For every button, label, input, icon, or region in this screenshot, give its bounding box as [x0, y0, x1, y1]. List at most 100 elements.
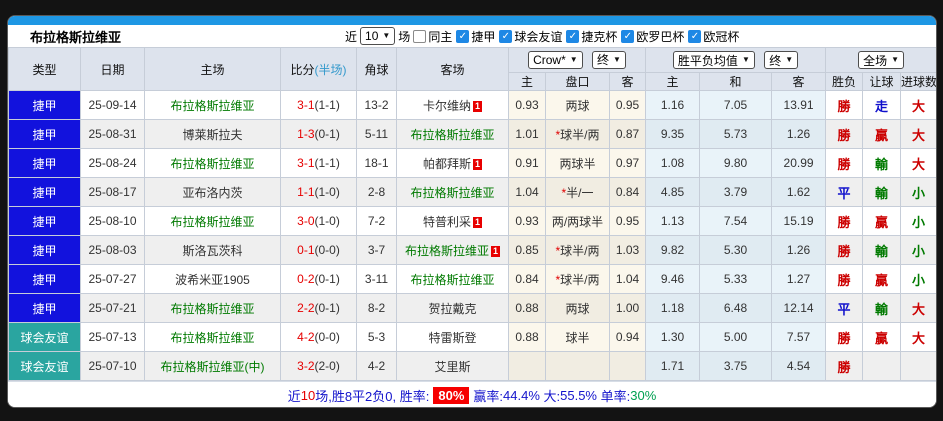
halftime-score: (1-1) [315, 98, 340, 112]
goals-result-value: 小 [912, 244, 925, 259]
home-team-name: 布拉格斯拉维亚 [170, 331, 254, 345]
home-team-name: 布拉格斯拉维亚 [170, 99, 254, 113]
cell-handicap: 走 [863, 91, 901, 120]
home-team-name: 布拉格斯拉维亚 [170, 302, 254, 316]
asia-odds-state-select[interactable]: 终 ▼ [592, 51, 626, 69]
asia-away-odds: 0.95 [616, 214, 639, 228]
handicap-result-value: 贏 [875, 128, 888, 143]
goals-result-value: 小 [912, 215, 925, 230]
cell-handicap: 輸 [863, 178, 901, 207]
handicap-result-value: 輸 [875, 186, 888, 201]
asia-line: 球半 [565, 331, 589, 345]
cell-goals: 小 [901, 207, 936, 236]
cell-asia-home-odds: 0.85 [509, 236, 546, 265]
match-count-select[interactable]: 10 ▼ [360, 27, 395, 45]
fulltime-score: 0-1 [297, 243, 314, 257]
result-value: 勝 [838, 99, 851, 114]
col-header-date: 日期 [81, 48, 145, 91]
filter-league-2[interactable]: ✓球会友谊 [499, 28, 562, 45]
filter-same-host[interactable]: 同主 [413, 28, 452, 45]
asia-home-odds: 0.85 [515, 243, 538, 257]
cell-eu-draw-odds: 5.33 [700, 265, 772, 294]
cell-score: 0-2(0-1) [281, 265, 357, 294]
fulltime-score: 3-0 [297, 214, 314, 228]
cell-corners: 8-2 [357, 294, 397, 323]
checkbox-checked-icon[interactable]: ✓ [456, 30, 469, 43]
eu-draw-odds: 7.54 [724, 214, 747, 228]
cell-home-team: 布拉格斯拉维亚 [145, 323, 281, 352]
cell-asia-line [546, 352, 610, 381]
match-date: 25-08-24 [88, 156, 136, 170]
europe-odds-type-select[interactable]: 胜平负均值 ▼ [673, 51, 755, 69]
cell-league-badge: 捷甲 [9, 207, 81, 236]
europe-odds-state-select[interactable]: 终 ▼ [764, 51, 798, 69]
cell-score: 3-1(1-1) [281, 91, 357, 120]
checkbox-checked-icon[interactable]: ✓ [566, 30, 579, 43]
filter-league-5[interactable]: ✓欧冠杯 [688, 28, 739, 45]
league-name: 球会友谊 [20, 360, 68, 374]
cell-home-team: 布拉格斯拉维亚(中) [145, 352, 281, 381]
cell-eu-home-odds: 9.46 [646, 265, 700, 294]
cell-league-badge: 捷甲 [9, 294, 81, 323]
away-team-name: 艾里斯 [434, 360, 470, 374]
footer-stat-text: 55.5% [560, 388, 597, 403]
away-team-name: 布拉格斯拉维亚 [405, 244, 489, 258]
cell-eu-away-odds: 13.91 [772, 91, 826, 120]
cell-league-badge: 捷甲 [9, 236, 81, 265]
cell-result: 平 [826, 294, 863, 323]
cell-asia-home-odds: 0.88 [509, 294, 546, 323]
chevron-down-icon: ▼ [613, 56, 621, 64]
eu-away-odds: 1.62 [787, 185, 810, 199]
cell-league-badge: 球会友谊 [9, 323, 81, 352]
filter-league-1[interactable]: ✓捷甲 [456, 28, 495, 45]
cell-away-team: 布拉格斯拉维亚 [397, 120, 509, 149]
asia-line: 两球 [565, 99, 589, 113]
footer-stat-text: 大: [540, 386, 560, 405]
scope-select[interactable]: 全场 ▼ [858, 51, 904, 69]
near-label: 近 [345, 28, 357, 45]
cell-asia-home-odds: 0.91 [509, 149, 546, 178]
filter-label: 捷克杯 [581, 28, 617, 45]
cell-handicap: 輸 [863, 294, 901, 323]
result-value: 勝 [838, 244, 851, 259]
match-date: 25-07-21 [88, 301, 136, 315]
asia-away-odds: 0.97 [616, 156, 639, 170]
odds-company-value: Crow* [533, 53, 566, 67]
halftime-score: (1-0) [315, 214, 340, 228]
cell-score: 0-1(0-0) [281, 236, 357, 265]
table-row: 捷甲25-08-17亚布洛内茨1-1(1-0)2-8布拉格斯拉维亚1.04*半/… [9, 178, 937, 207]
stats-window: 布拉格斯拉维亚 近 10 ▼ 场 同主✓捷甲✓球会友谊✓捷克杯✓欧罗巴杯✓欧冠杯… [8, 16, 936, 407]
cell-goals: 大 [901, 120, 936, 149]
cell-result: 勝 [826, 265, 863, 294]
home-team-name: 斯洛瓦茨科 [182, 244, 242, 258]
cell-eu-away-odds: 1.62 [772, 178, 826, 207]
checkbox-checked-icon[interactable]: ✓ [688, 30, 701, 43]
asia-line: 球半/两 [560, 128, 599, 142]
cell-asia-line: 两球 [546, 91, 610, 120]
checkbox-unchecked-icon[interactable] [413, 30, 426, 43]
checkbox-checked-icon[interactable]: ✓ [621, 30, 634, 43]
asia-away-odds: 0.87 [616, 127, 639, 141]
cell-asia-home-odds: 0.88 [509, 323, 546, 352]
away-team-name: 布拉格斯拉维亚 [410, 273, 494, 287]
cell-eu-draw-odds: 6.48 [700, 294, 772, 323]
filter-league-3[interactable]: ✓捷克杯 [566, 28, 617, 45]
eu-draw-odds: 3.79 [724, 185, 747, 199]
cell-asia-home-odds [509, 352, 546, 381]
fulltime-score: 2-2 [297, 301, 314, 315]
cell-away-team: 贺拉戴克 [397, 294, 509, 323]
cell-eu-draw-odds: 5.30 [700, 236, 772, 265]
cell-eu-away-odds: 1.26 [772, 120, 826, 149]
win-rate-badge: 80% [433, 387, 469, 404]
cell-goals: 大 [901, 149, 936, 178]
filter-league-4[interactable]: ✓欧罗巴杯 [621, 28, 684, 45]
cell-date: 25-08-10 [81, 207, 145, 236]
cell-date: 25-08-03 [81, 236, 145, 265]
checkbox-checked-icon[interactable]: ✓ [499, 30, 512, 43]
match-date: 25-09-14 [88, 98, 136, 112]
odds-company-select[interactable]: Crow* ▼ [528, 51, 583, 69]
cell-eu-away-odds: 20.99 [772, 149, 826, 178]
cell-result: 平 [826, 178, 863, 207]
eu-draw-odds: 3.75 [724, 359, 747, 373]
away-team-name: 布拉格斯拉维亚 [410, 186, 494, 200]
